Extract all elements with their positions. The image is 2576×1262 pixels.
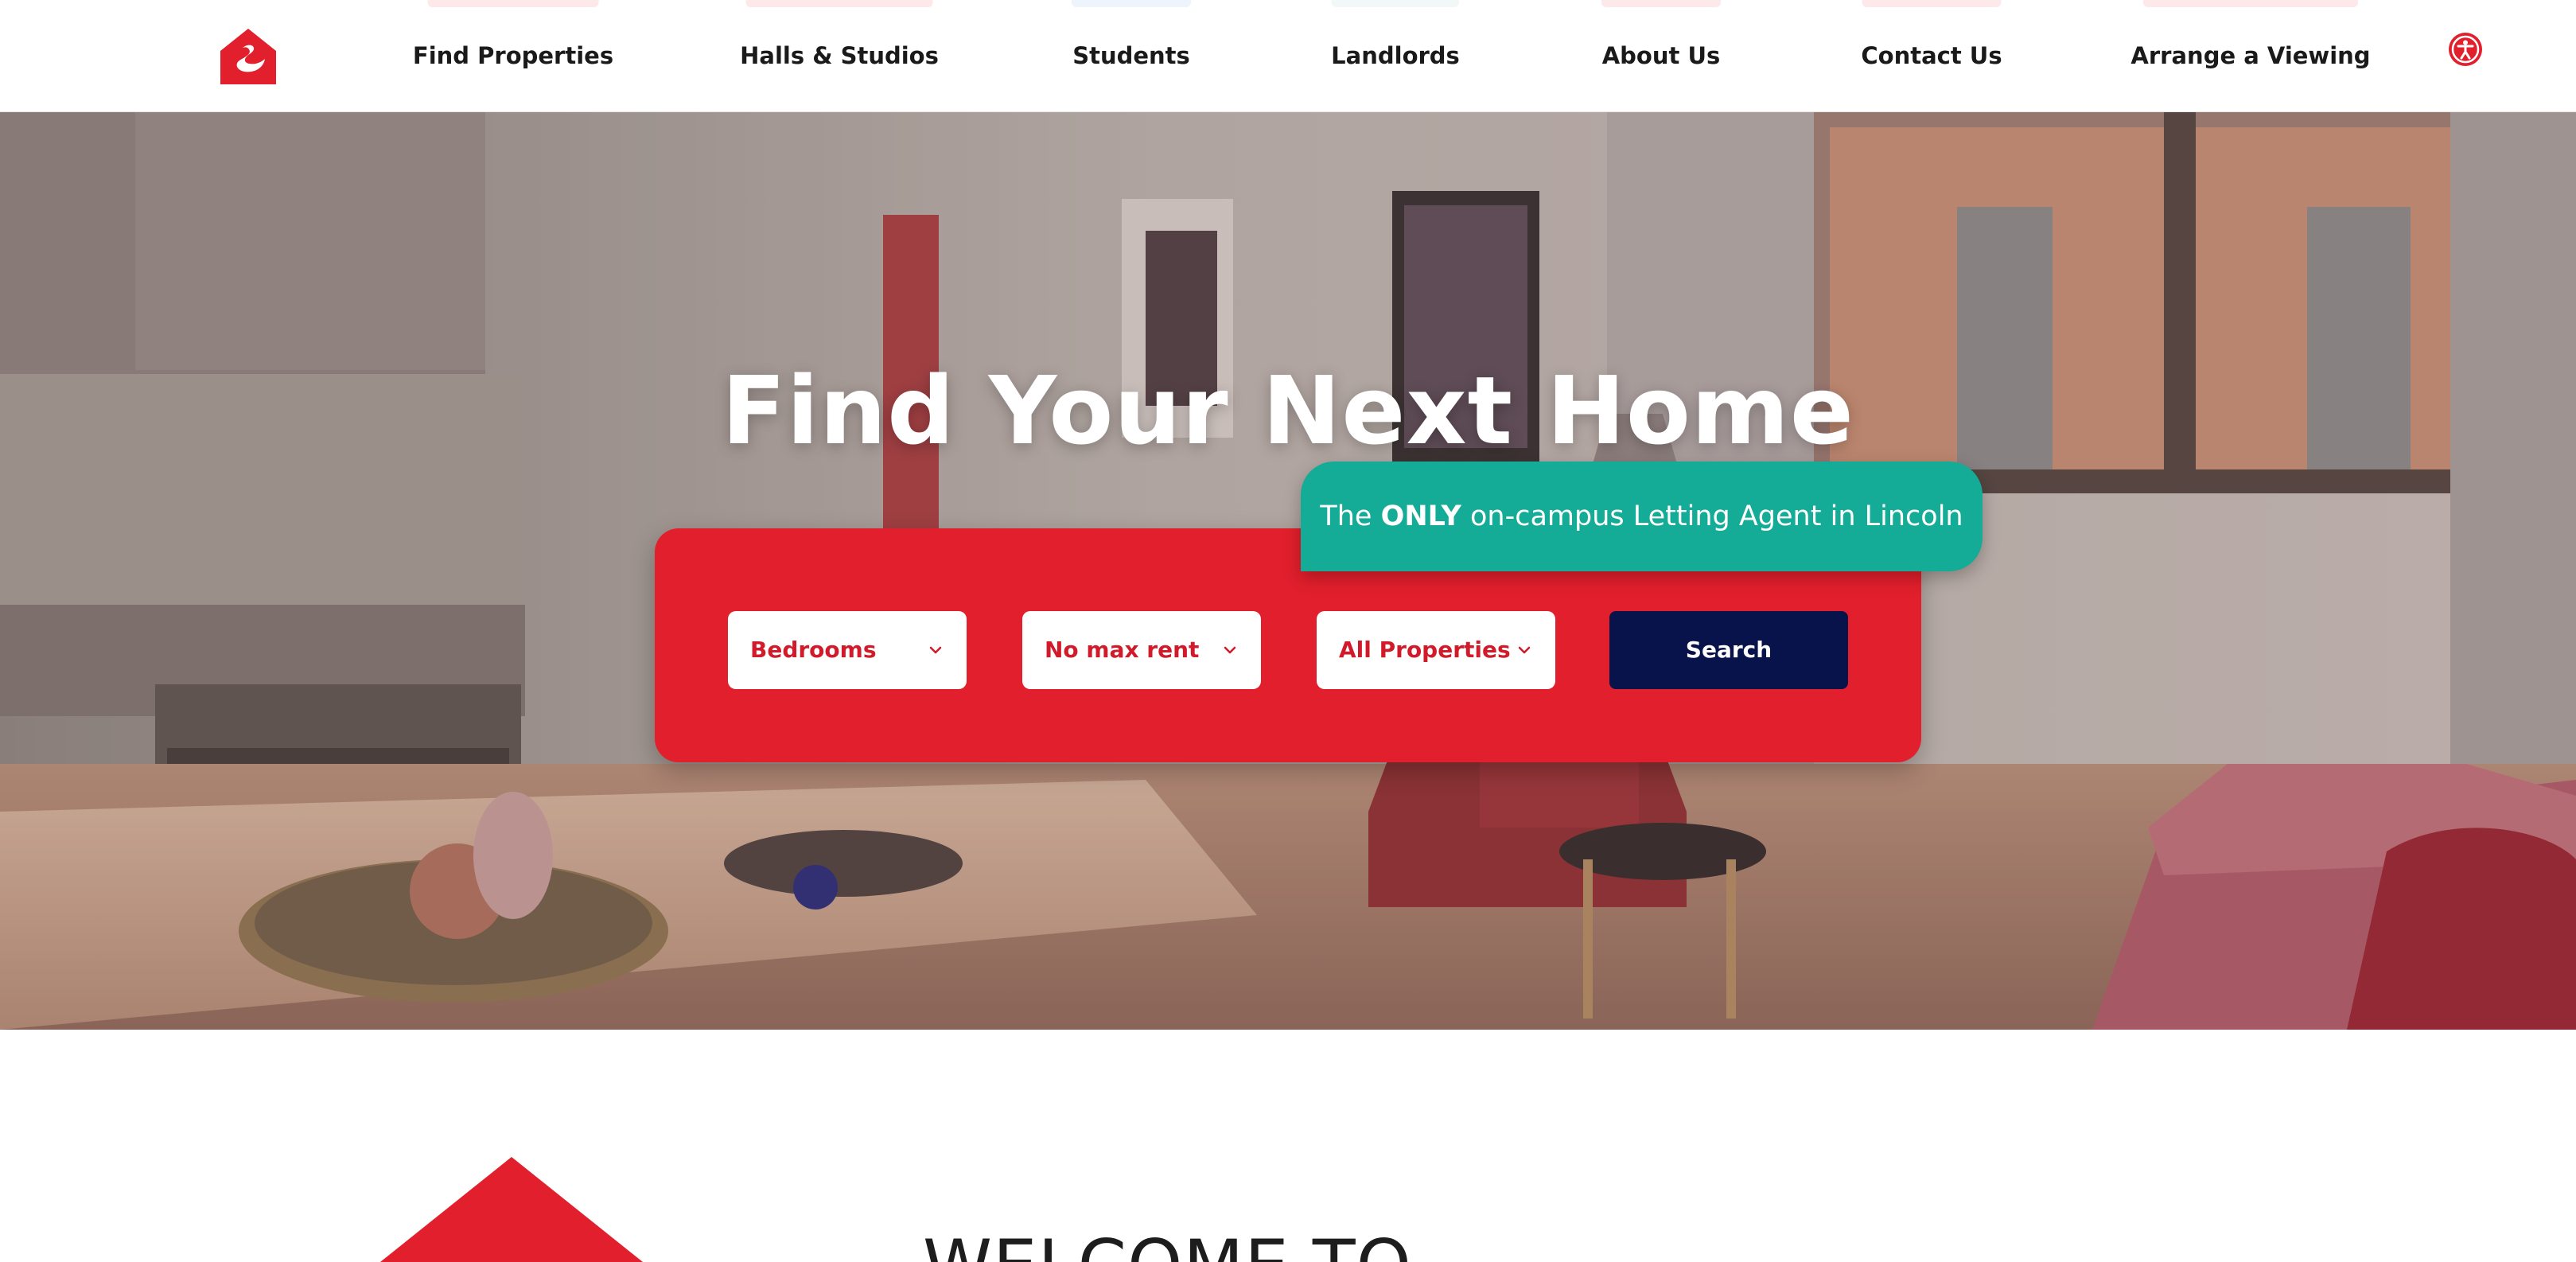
on-campus-tagline-badge: The ONLY on-campus Letting Agent in Linc… (1301, 462, 1983, 571)
nav-landlords[interactable]: Landlords (1331, 38, 1460, 73)
nav-students[interactable]: Students (1072, 38, 1190, 73)
hero-title: Find Your Next Home (722, 356, 1854, 466)
property-type-select[interactable]: All Properties (1317, 611, 1555, 689)
accessibility-icon (2451, 35, 2480, 64)
chevron-down-icon (929, 646, 942, 654)
chevron-down-icon (1518, 646, 1531, 654)
nav-arrange-viewing[interactable]: Arrange a Viewing (2130, 38, 2370, 73)
search-button[interactable]: Search (1609, 611, 1848, 689)
max-rent-select-value: No max rent (1045, 637, 1200, 663)
nav-halls-studios[interactable]: Halls & Studios (740, 38, 939, 73)
welcome-title: WELCOME TO (923, 1225, 1412, 1262)
nav-accent-bar (1601, 0, 1721, 7)
nav-accent-bar (1072, 0, 1191, 7)
bedrooms-select[interactable]: Bedrooms (728, 611, 967, 689)
property-type-select-value: All Properties (1339, 637, 1511, 663)
house-roof-graphic (380, 1157, 643, 1262)
nav-accent-bar (745, 0, 933, 7)
tagline-prefix: The (1320, 501, 1381, 532)
chevron-down-icon (1224, 646, 1236, 654)
site-header: Find Properties Halls & Studios Students… (0, 0, 2576, 112)
nav-accent-bar (1862, 0, 2002, 7)
nav-contact-us[interactable]: Contact Us (1861, 38, 2002, 73)
tagline-emphasis: ONLY (1380, 501, 1461, 532)
max-rent-select[interactable]: No max rent (1022, 611, 1261, 689)
nav-find-properties[interactable]: Find Properties (413, 38, 613, 73)
welcome-section: WELCOME TO (0, 1030, 2576, 1262)
main-nav: Find Properties Halls & Studios Students… (0, 0, 2576, 111)
bedrooms-select-value: Bedrooms (750, 637, 877, 663)
nav-accent-bar (1332, 0, 1459, 7)
hero-section: Find Your Next Home Bedrooms No max rent… (0, 111, 2576, 1030)
accessibility-button[interactable] (2449, 33, 2482, 66)
nav-about-us[interactable]: About Us (1602, 38, 1721, 73)
tagline-suffix: on-campus Letting Agent in Lincoln (1461, 501, 1963, 532)
nav-accent-bar (427, 0, 599, 7)
nav-accent-bar (2143, 0, 2358, 7)
